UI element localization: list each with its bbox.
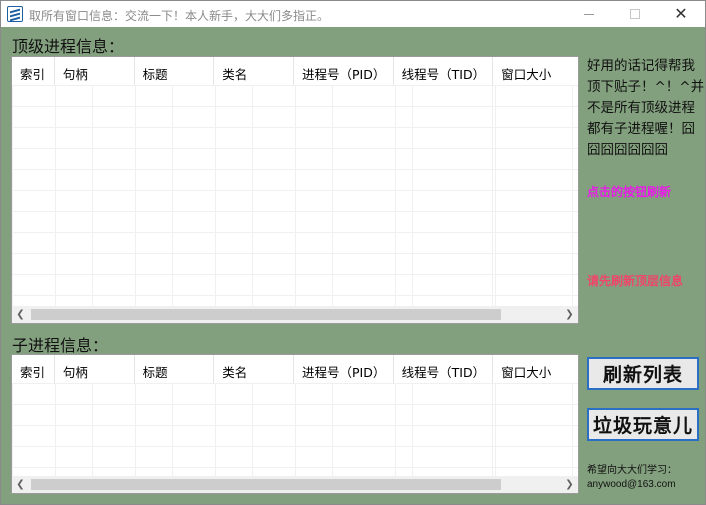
column-divider (215, 85, 216, 307)
footer-line-1: 希望向大大们学习： (587, 465, 677, 476)
warning-hint-label: 请先刷新顶层信息 (587, 274, 684, 288)
col-header-handle[interactable]: 句柄 (55, 57, 135, 85)
column-divider (395, 85, 396, 307)
scroll-thumb[interactable] (31, 479, 501, 490)
column-divider (135, 85, 136, 307)
child-process-label: 子进程信息： (12, 336, 109, 355)
column-divider (295, 85, 296, 307)
col-header-class[interactable]: 类名 (214, 57, 295, 85)
scroll-right-icon[interactable]: ❯ (561, 476, 578, 493)
col-header-pid[interactable]: 进程号（PID） (294, 355, 394, 383)
column-divider (295, 383, 296, 479)
col-header-tid[interactable]: 线程号（TID） (394, 355, 494, 383)
column-divider (55, 85, 56, 307)
col-header-class[interactable]: 类名 (214, 355, 295, 383)
child-process-list[interactable]: 索引 句柄 标题 类名 进程号（PID） 线程号（TID） 窗口大小 ❮ ❯ (11, 354, 579, 494)
col-header-tid[interactable]: 线程号（TID） (394, 57, 494, 85)
col-header-title[interactable]: 标题 (135, 355, 215, 383)
scroll-left-icon[interactable]: ❮ (12, 306, 29, 323)
col-header-size[interactable]: 窗口大小 (493, 355, 578, 383)
horizontal-scrollbar[interactable]: ❮ ❯ (12, 476, 578, 493)
minimize-icon (584, 13, 594, 15)
top-process-list[interactable]: 索引 句柄 标题 类名 进程号（PID） 线程号（TID） 窗口大小 ❮ ❯ (11, 56, 579, 324)
column-divider (495, 383, 496, 479)
footer-email: anywood@163.com (587, 479, 676, 490)
column-divider (395, 383, 396, 479)
col-header-title[interactable]: 标题 (135, 57, 215, 85)
col-header-size[interactable]: 窗口大小 (493, 57, 578, 85)
close-icon: ✕ (674, 6, 688, 23)
col-header-index[interactable]: 索引 (12, 57, 55, 85)
column-divider (55, 383, 56, 479)
trash-button[interactable]: 垃圾玩意儿 (587, 408, 699, 441)
scroll-thumb[interactable] (31, 309, 501, 320)
list-header: 索引 句柄 标题 类名 进程号（PID） 线程号（TID） 窗口大小 (12, 355, 578, 383)
main-window: 取所有窗口信息：交流一下！本人新手，大大们多指正。 ✕ 顶级进程信息： 索引 句… (0, 0, 706, 505)
col-header-pid[interactable]: 进程号（PID） (294, 57, 394, 85)
top-process-label: 顶级进程信息： (12, 37, 125, 56)
footer-contact: 希望向大大们学习： anywood@163.com (587, 464, 677, 492)
column-divider (495, 85, 496, 307)
maximize-button[interactable] (612, 1, 658, 27)
column-divider (135, 383, 136, 479)
refresh-hint-label: 点击的按钮刷新 (587, 185, 672, 199)
title-bar[interactable]: 取所有窗口信息：交流一下！本人新手，大大们多指正。 ✕ (1, 1, 705, 27)
minimize-button[interactable] (566, 1, 612, 27)
refresh-list-button[interactable]: 刷新列表 (587, 357, 699, 390)
scroll-right-icon[interactable]: ❯ (561, 306, 578, 323)
maximize-icon (630, 9, 640, 19)
list-header: 索引 句柄 标题 类名 进程号（PID） 线程号（TID） 窗口大小 (12, 57, 578, 85)
horizontal-scrollbar[interactable]: ❮ ❯ (12, 306, 578, 323)
col-header-handle[interactable]: 句柄 (55, 355, 135, 383)
window-title: 取所有窗口信息：交流一下！本人新手，大大们多指正。 (29, 9, 330, 23)
col-header-index[interactable]: 索引 (12, 355, 55, 383)
close-button[interactable]: ✕ (658, 1, 704, 27)
scroll-left-icon[interactable]: ❮ (12, 476, 29, 493)
column-divider (215, 383, 216, 479)
side-note: 好用的话记得帮我顶下贴子！^！^并不是所有顶级进程都有子进程喔！囧囧囧囧囧囧囧 (587, 58, 705, 158)
app-icon (7, 6, 23, 22)
